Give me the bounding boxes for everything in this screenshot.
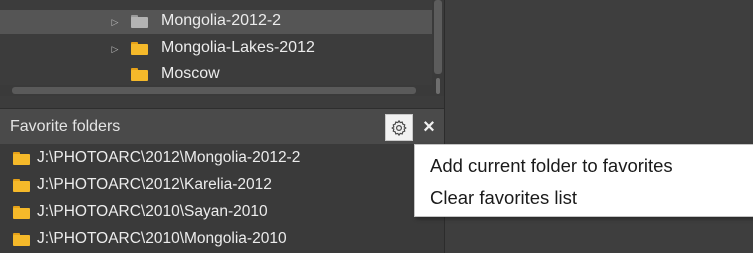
tree-item-label: Moscow [161,65,220,82]
menu-item-label: Clear favorites list [430,187,578,208]
folder-icon [13,206,30,219]
close-icon[interactable]: × [418,114,440,141]
favorite-path: J:\PHOTOARC\2010\Mongolia-2010 [37,230,287,247]
tree-item-mongolia-2012-2[interactable]: ▷ Mongolia-2012-2 [0,10,432,34]
tree-item-moscow[interactable]: Moscow [0,63,432,87]
expand-arrow-icon[interactable]: ▷ [110,17,120,27]
menu-item-clear-favorites[interactable]: Clear favorites list [415,183,753,211]
expand-arrow-icon[interactable]: ▷ [110,44,120,54]
settings-button[interactable] [385,114,413,141]
folder-icon [131,15,148,28]
gear-icon [391,119,407,136]
favorite-item[interactable]: J:\PHOTOARC\2010\Mongolia-2010 [0,227,444,251]
favorite-item[interactable]: J:\PHOTOARC\2012\Mongolia-2012-2 [0,146,444,170]
menu-item-add-current-folder[interactable]: Add current folder to favorites [415,151,753,179]
folder-icon [13,152,30,165]
panel-title: Favorite folders [10,118,121,135]
tree-item-mongolia-lakes-2012[interactable]: ▷ Mongolia-Lakes-2012 [0,37,432,61]
vertical-scrollbar[interactable] [432,0,444,96]
left-column: ▷ Mongolia-2012-2 ▷ Mongolia-Lakes-2012 … [0,0,444,253]
favorites-header: Favorite folders × [0,108,444,144]
favorite-path: J:\PHOTOARC\2012\Karelia-2012 [37,176,272,193]
favorite-item[interactable]: J:\PHOTOARC\2012\Karelia-2012 [0,173,444,197]
folder-tree: ▷ Mongolia-2012-2 ▷ Mongolia-Lakes-2012 … [0,0,444,96]
folder-icon [131,42,148,55]
tree-item-label: Mongolia-Lakes-2012 [161,39,315,56]
tree-item-label: Mongolia-2012-2 [161,12,282,29]
favorites-list: J:\PHOTOARC\2012\Mongolia-2012-2 J:\PHOT… [0,144,444,253]
favorite-path: J:\PHOTOARC\2010\Sayan-2010 [37,203,268,220]
folder-icon [13,179,30,192]
scrollbar-grip[interactable] [436,78,440,94]
folder-icon [131,68,148,81]
favorite-item[interactable]: J:\PHOTOARC\2010\Sayan-2010 [0,200,444,224]
favorite-path: J:\PHOTOARC\2012\Mongolia-2012-2 [37,149,301,166]
vertical-scrollbar-thumb[interactable] [434,0,442,74]
horizontal-scrollbar[interactable] [0,85,432,96]
horizontal-scrollbar-thumb[interactable] [12,87,416,94]
folder-icon [13,233,30,246]
favorites-context-menu: Add current folder to favorites Clear fa… [414,144,753,217]
menu-item-label: Add current folder to favorites [430,155,673,176]
